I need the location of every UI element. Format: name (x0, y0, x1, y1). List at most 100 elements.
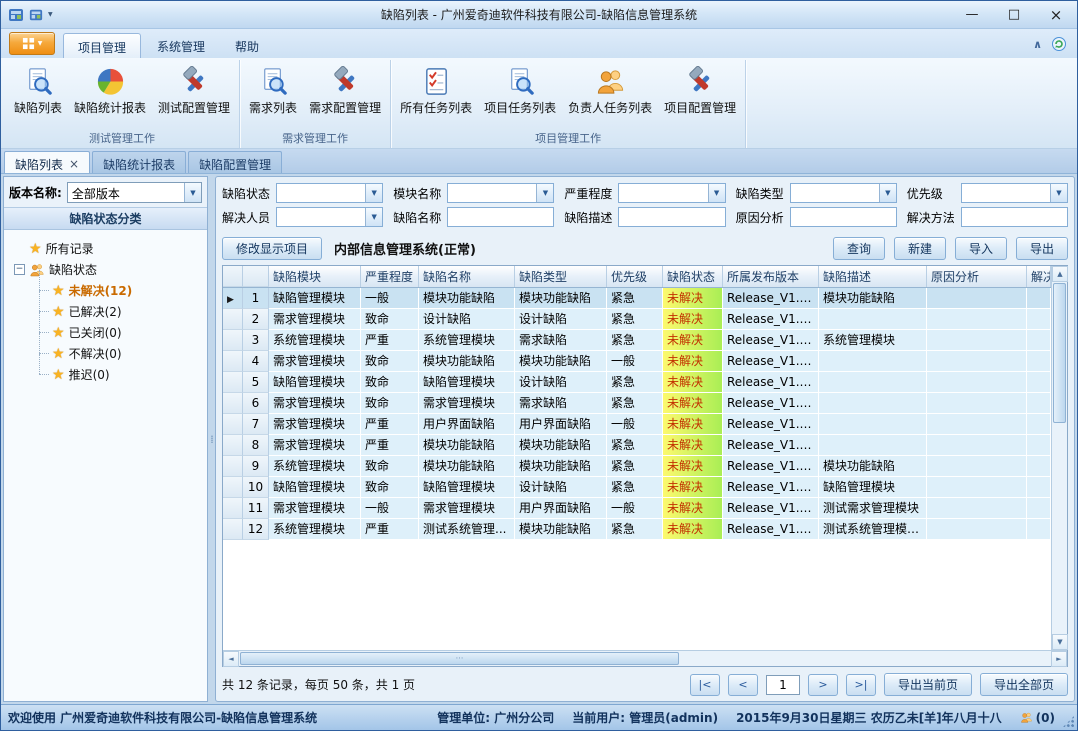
filter-input[interactable]: ▼ (790, 207, 897, 227)
quick-access-caret-icon[interactable]: ▼ (48, 11, 53, 18)
filter-input[interactable]: ▼ (961, 207, 1068, 227)
column-header-name[interactable]: 缺陷名称 (419, 266, 515, 287)
dropdown-arrow-icon[interactable]: ▼ (365, 184, 382, 202)
next-page-button[interactable]: > (808, 674, 838, 696)
column-header-module[interactable]: 缺陷模块 (269, 266, 361, 287)
about-icon[interactable] (1051, 36, 1067, 52)
export-current-page-button[interactable]: 导出当前页 (884, 673, 972, 696)
filter-input[interactable]: ▼ (790, 183, 897, 203)
ribbon-tab[interactable]: 系统管理 (143, 33, 219, 58)
filter-input[interactable]: ▼ (276, 207, 383, 227)
import-button[interactable]: 导入 (955, 237, 1007, 260)
prev-page-button[interactable]: < (728, 674, 758, 696)
column-header-description[interactable]: 缺陷描述 (819, 266, 927, 287)
column-header-priority[interactable]: 优先级 (607, 266, 663, 287)
last-page-button[interactable]: >| (846, 674, 876, 696)
dropdown-arrow-icon[interactable]: ▼ (708, 184, 725, 202)
ribbon-button[interactable]: 缺陷统计报表 (68, 62, 152, 118)
tree-item[interactable]: − ★ 已解决(2) (6, 301, 205, 322)
dropdown-arrow-icon[interactable]: ▼ (1050, 184, 1067, 202)
ribbon-tab[interactable]: 帮助 (221, 33, 273, 58)
search-button[interactable]: 查询 (833, 237, 885, 260)
tree-item[interactable]: − ★ 所有记录 (6, 238, 205, 259)
ribbon-button[interactable]: 项目配置管理 (658, 62, 742, 118)
scroll-up-icon[interactable]: ▲ (1052, 266, 1068, 282)
modify-columns-button[interactable]: 修改显示项目 (222, 237, 322, 260)
export-button[interactable]: 导出 (1016, 237, 1068, 260)
ribbon-button[interactable]: 需求列表 (243, 62, 303, 118)
scroll-left-icon[interactable]: ◄ (223, 651, 239, 667)
column-header-cause[interactable]: 原因分析 (927, 266, 1027, 287)
filter-text-input[interactable] (277, 208, 365, 226)
document-tab[interactable]: 缺陷列表 × (4, 151, 90, 173)
document-tab[interactable]: 缺陷配置管理 (188, 151, 282, 173)
tree-item[interactable]: − ★ 缺陷状态 (6, 259, 205, 280)
horizontal-scrollbar-thumb[interactable]: ⋮⋮⋮ (240, 652, 679, 665)
ribbon-button[interactable]: 项目任务列表 (478, 62, 562, 118)
column-header-severity[interactable]: 严重程度 (361, 266, 419, 287)
first-page-button[interactable]: |< (690, 674, 720, 696)
minimize-button[interactable]: — (951, 2, 993, 28)
document-tab[interactable]: 缺陷统计报表 (92, 151, 186, 173)
dropdown-arrow-icon[interactable]: ▼ (879, 184, 896, 202)
scroll-down-icon[interactable]: ▼ (1052, 634, 1068, 650)
dropdown-arrow-icon[interactable]: ▼ (365, 208, 382, 226)
dropdown-arrow-icon[interactable]: ▼ (536, 184, 553, 202)
filter-text-input[interactable] (277, 184, 365, 202)
column-header-type[interactable]: 缺陷类型 (515, 266, 607, 287)
filter-text-input[interactable] (791, 208, 896, 226)
table-row[interactable]: ▶ 4 需求管理模块 致命 模块功能缺陷 模块功能缺陷 一般 未解决 Relea… (223, 351, 1051, 372)
vertical-scrollbar-thumb[interactable] (1053, 283, 1066, 423)
filter-text-input[interactable] (619, 184, 707, 202)
ribbon-button[interactable]: 需求配置管理 (303, 62, 387, 118)
filter-text-input[interactable] (962, 208, 1067, 226)
ribbon-button[interactable]: 测试配置管理 (152, 62, 236, 118)
ribbon-tab[interactable]: 项目管理 (63, 33, 141, 58)
filter-input[interactable]: ▼ (447, 207, 554, 227)
column-header-solution[interactable]: 解决方法 (1027, 266, 1051, 287)
scroll-right-icon[interactable]: ► (1051, 651, 1067, 667)
tree-item[interactable]: − ★ 已关闭(0) (6, 322, 205, 343)
online-users-indicator[interactable]: (0) (1020, 711, 1055, 725)
filter-input[interactable]: ▼ (447, 183, 554, 203)
filter-text-input[interactable] (962, 184, 1050, 202)
vertical-scrollbar[interactable]: ▲ ▼ (1051, 266, 1067, 650)
dropdown-arrow-icon[interactable]: ▼ (184, 183, 201, 202)
app-menu-button[interactable]: ▼ (9, 32, 55, 55)
column-header-status[interactable]: 缺陷状态 (663, 266, 723, 287)
table-row[interactable]: ▶ 3 系统管理模块 严重 系统管理模块 需求缺陷 紧急 未解决 Release… (223, 330, 1051, 351)
resize-grip[interactable] (1062, 715, 1075, 728)
version-select[interactable]: 全部版本 ▼ (67, 182, 202, 203)
table-row[interactable]: ▶ 1 缺陷管理模块 一般 模块功能缺陷 模块功能缺陷 紧急 未解决 Relea… (223, 288, 1051, 309)
close-button[interactable]: × (1035, 2, 1077, 28)
tab-close-icon[interactable]: × (69, 158, 79, 170)
filter-input[interactable]: ▼ (276, 183, 383, 203)
collapse-ribbon-icon[interactable]: ∧ (1033, 38, 1042, 51)
export-all-pages-button[interactable]: 导出全部页 (980, 673, 1068, 696)
filter-input[interactable]: ▼ (618, 183, 725, 203)
new-button[interactable]: 新建 (894, 237, 946, 260)
horizontal-scrollbar[interactable]: ◄ ⋮⋮⋮ ► (223, 650, 1067, 666)
filter-input[interactable]: ▼ (618, 207, 725, 227)
layout-icon[interactable] (29, 8, 43, 22)
ribbon-button[interactable]: 所有任务列表 (394, 62, 478, 118)
ribbon-button[interactable]: 缺陷列表 (8, 62, 68, 118)
splitter[interactable]: ⁞ (208, 176, 215, 702)
column-header-release[interactable]: 所属发布版本 (723, 266, 819, 287)
table-row[interactable]: ▶ 6 需求管理模块 致命 需求管理模块 需求缺陷 紧急 未解决 Release… (223, 393, 1051, 414)
page-number-input[interactable] (766, 675, 800, 695)
tree-item[interactable]: − ★ 推迟(0) (6, 364, 205, 385)
tree-item[interactable]: − ★ 不解决(0) (6, 343, 205, 364)
table-row[interactable]: ▶ 8 需求管理模块 严重 模块功能缺陷 模块功能缺陷 紧急 未解决 Relea… (223, 435, 1051, 456)
filter-text-input[interactable] (619, 208, 724, 226)
tree-collapse-icon[interactable]: − (14, 264, 25, 275)
maximize-button[interactable]: □ (993, 2, 1035, 28)
tree-item[interactable]: − ★ 未解决(12) (6, 280, 205, 301)
filter-text-input[interactable] (791, 184, 879, 202)
filter-input[interactable]: ▼ (961, 183, 1068, 203)
table-row[interactable]: ▶ 5 缺陷管理模块 致命 缺陷管理模块 设计缺陷 紧急 未解决 Release… (223, 372, 1051, 393)
table-row[interactable]: ▶ 11 需求管理模块 一般 需求管理模块 用户界面缺陷 一般 未解决 Rele… (223, 498, 1051, 519)
table-row[interactable]: ▶ 7 需求管理模块 严重 用户界面缺陷 用户界面缺陷 一般 未解决 Relea… (223, 414, 1051, 435)
table-row[interactable]: ▶ 9 系统管理模块 致命 模块功能缺陷 模块功能缺陷 紧急 未解决 Relea… (223, 456, 1051, 477)
table-row[interactable]: ▶ 10 缺陷管理模块 致命 缺陷管理模块 设计缺陷 紧急 未解决 Releas… (223, 477, 1051, 498)
